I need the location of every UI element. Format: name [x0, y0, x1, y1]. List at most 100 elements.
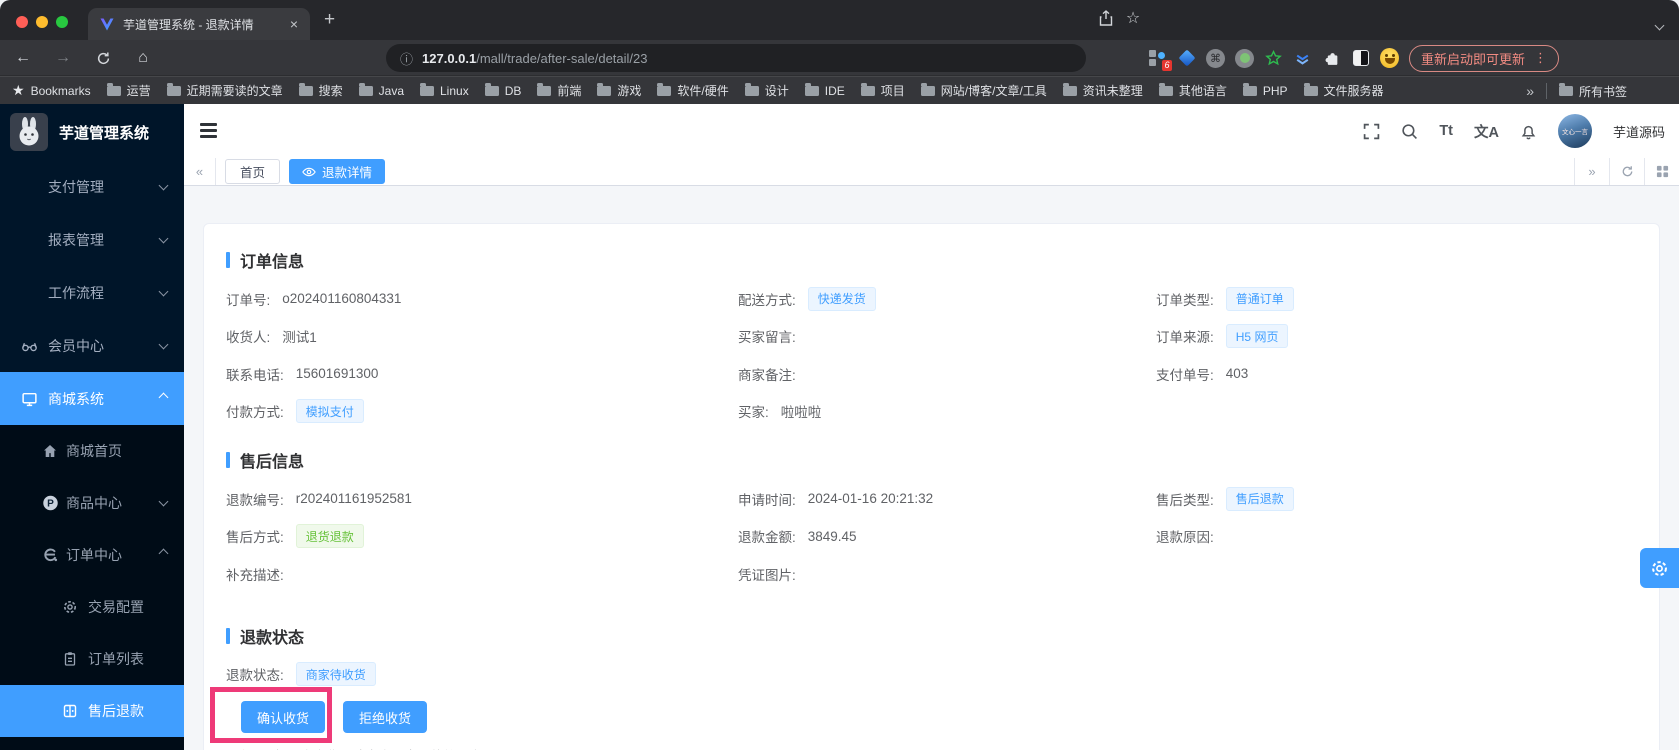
- bookmarks-bar: ★Bookmarks 运营 近期需要读的文章 搜索 Java Linux DB …: [0, 76, 1679, 104]
- forward-icon[interactable]: →: [48, 40, 78, 76]
- sidebar-item-report[interactable]: 报表管理: [0, 213, 184, 266]
- tab-refund-detail[interactable]: 退款详情: [289, 159, 385, 184]
- sidebar-item-after-sale-refund[interactable]: 售后退款: [0, 685, 184, 737]
- detail-card: 订单信息 订单号:o202401160804331 收货人:测试1 联系电话:1…: [203, 223, 1660, 750]
- bookmark-folder[interactable]: DB: [485, 84, 522, 98]
- section-title-bar: [226, 628, 230, 644]
- field-apply-time: 申请时间:2024-01-16 20:21:32: [738, 480, 1156, 518]
- url-text: 127.0.0.1/mall/trade/after-sale/detail/2…: [422, 51, 647, 66]
- tabs-layout-grid-icon[interactable]: [1644, 158, 1679, 185]
- field-pay-order-no: 支付单号:403: [1156, 355, 1659, 393]
- chevron-up-icon: [159, 392, 169, 402]
- bookmark-folder[interactable]: 资讯未整理: [1063, 82, 1143, 99]
- window-close-button[interactable]: [16, 16, 28, 28]
- reload-icon[interactable]: [88, 40, 118, 76]
- new-tab-button[interactable]: +: [324, 9, 335, 31]
- confirm-receipt-button[interactable]: 确认收货: [241, 701, 325, 733]
- home-icon[interactable]: ⌂: [128, 40, 158, 76]
- bookmark-star-icon[interactable]: ☆: [1120, 0, 1146, 36]
- address-bar[interactable]: ⓘ 127.0.0.1/mall/trade/after-sale/detail…: [386, 44, 1086, 72]
- sidebar-item-trade-config[interactable]: 交易配置: [0, 581, 184, 633]
- bookmark-folder[interactable]: 游戏: [597, 82, 641, 99]
- search-icon[interactable]: [1401, 123, 1418, 140]
- theme-settings-button[interactable]: [1640, 548, 1679, 588]
- extension-star-icon[interactable]: [1264, 49, 1283, 68]
- bookmark-folder[interactable]: PHP: [1243, 84, 1288, 98]
- section-title-order-info: 订单信息: [226, 248, 1659, 272]
- url-host: 127.0.0.1: [422, 51, 476, 66]
- extension-layers-icon[interactable]: [1293, 49, 1312, 68]
- profile-avatar-emoji[interactable]: [1380, 49, 1399, 68]
- extensions-puzzle-icon[interactable]: [1322, 49, 1341, 68]
- sidebar-item-workflow[interactable]: 工作流程: [0, 266, 184, 319]
- bookmark-folder[interactable]: 软件/硬件: [657, 82, 728, 99]
- bookmark-folder[interactable]: 近期需要读的文章: [167, 82, 283, 99]
- all-bookmarks-button[interactable]: 所有书签: [1559, 83, 1627, 100]
- sidebar-item-mall[interactable]: 商城系统: [0, 372, 184, 425]
- refund-box-icon: [62, 703, 78, 719]
- bookmark-folder[interactable]: 搜索: [299, 82, 343, 99]
- bookmark-folder[interactable]: 网站/博客/文章/工具: [921, 82, 1047, 99]
- field-refund-reason: 退款原因:: [1156, 518, 1659, 556]
- extension-darkmode-icon[interactable]: [1351, 49, 1370, 68]
- sidebar-item-payment[interactable]: 支付管理: [0, 160, 184, 213]
- browser-update-button[interactable]: 重新启动即可更新 ⋮: [1409, 45, 1559, 72]
- back-icon[interactable]: ←: [8, 40, 38, 76]
- share-icon[interactable]: [1093, 0, 1119, 36]
- bell-icon[interactable]: [1520, 123, 1537, 140]
- window-minimize-button[interactable]: [36, 16, 48, 28]
- chevron-down-icon: [159, 180, 169, 190]
- tab-close-icon[interactable]: ×: [290, 16, 298, 32]
- extension-record-icon[interactable]: [1235, 49, 1254, 68]
- browser-menu-icon[interactable]: ⋮: [1534, 50, 1547, 66]
- folder-icon: [597, 86, 611, 96]
- field-order-source: 订单来源:H5 网页: [1156, 318, 1659, 356]
- tab-search-icon[interactable]: [1656, 16, 1663, 34]
- sidebar-collapse-icon[interactable]: [200, 123, 217, 138]
- page-tabs-bar: « 首页 退款详情 »: [184, 158, 1679, 186]
- status-badge: 商家待收货: [296, 662, 376, 686]
- tab-home[interactable]: 首页: [225, 159, 280, 184]
- tabs-refresh-icon[interactable]: [1609, 158, 1644, 185]
- tabs-scroll-right-icon[interactable]: »: [1574, 158, 1609, 185]
- bookmark-folder[interactable]: Linux: [420, 84, 469, 98]
- sidebar-item-mall-home[interactable]: 商城首页: [0, 425, 184, 477]
- field-order-no: 订单号:o202401160804331: [226, 280, 738, 318]
- window-zoom-button[interactable]: [56, 16, 68, 28]
- browser-tab[interactable]: 芋道管理系统 - 退款详情 ×: [88, 8, 310, 40]
- user-avatar[interactable]: 文心一言: [1558, 114, 1592, 148]
- bookmark-folder[interactable]: 前端: [537, 82, 581, 99]
- font-size-icon[interactable]: Tt: [1439, 123, 1453, 139]
- sidebar-item-member[interactable]: 会员中心: [0, 319, 184, 372]
- bookmark-folder[interactable]: Java: [359, 84, 404, 98]
- url-path: /mall/trade/after-sale/detail/23: [476, 51, 647, 66]
- sidebar-item-product-center[interactable]: P 商品中心: [0, 477, 184, 529]
- language-icon[interactable]: 文A: [1474, 121, 1499, 142]
- folder-icon: [1243, 86, 1257, 96]
- section-title-bar: [226, 252, 230, 268]
- page-info-icon[interactable]: ⓘ: [400, 49, 413, 68]
- bookmark-folder[interactable]: 项目: [861, 82, 905, 99]
- fullscreen-icon[interactable]: [1363, 123, 1380, 140]
- tabs-right-controls: »: [1574, 158, 1679, 185]
- sidebar-item-order-list[interactable]: 订单列表: [0, 633, 184, 685]
- bookmark-folder[interactable]: IDE: [805, 84, 845, 98]
- sidebar-item-order-center[interactable]: 订单中心: [0, 529, 184, 581]
- bookmarks-manager[interactable]: ★Bookmarks: [12, 82, 91, 99]
- extension-grid-icon[interactable]: 6: [1148, 49, 1167, 68]
- page-content: 订单信息 订单号:o202401160804331 收货人:测试1 联系电话:1…: [184, 186, 1679, 750]
- folder-icon: [359, 86, 373, 96]
- reject-receipt-button[interactable]: 拒绝收货: [343, 701, 427, 733]
- tabs-scroll-left-icon[interactable]: «: [184, 158, 216, 185]
- bookmark-folder[interactable]: 设计: [745, 82, 789, 99]
- sidebar: 芋道管理系统 支付管理 报表管理 工作流程 会员中心 商城系统: [0, 104, 184, 750]
- member-glasses-icon: [21, 337, 38, 354]
- extension-command-icon[interactable]: ⌘: [1206, 49, 1225, 68]
- bookmark-folder[interactable]: 文件服务器: [1304, 82, 1384, 99]
- bookmark-folder[interactable]: 其他语言: [1159, 82, 1227, 99]
- bookmark-folder[interactable]: 运营: [107, 82, 151, 99]
- browser-tab-title: 芋道管理系统 - 退款详情: [123, 16, 281, 33]
- sidebar-logo[interactable]: 芋道管理系统: [0, 104, 184, 160]
- extension-kite-icon[interactable]: [1177, 49, 1196, 68]
- bookmarks-overflow-chevron[interactable]: »: [1526, 83, 1534, 99]
